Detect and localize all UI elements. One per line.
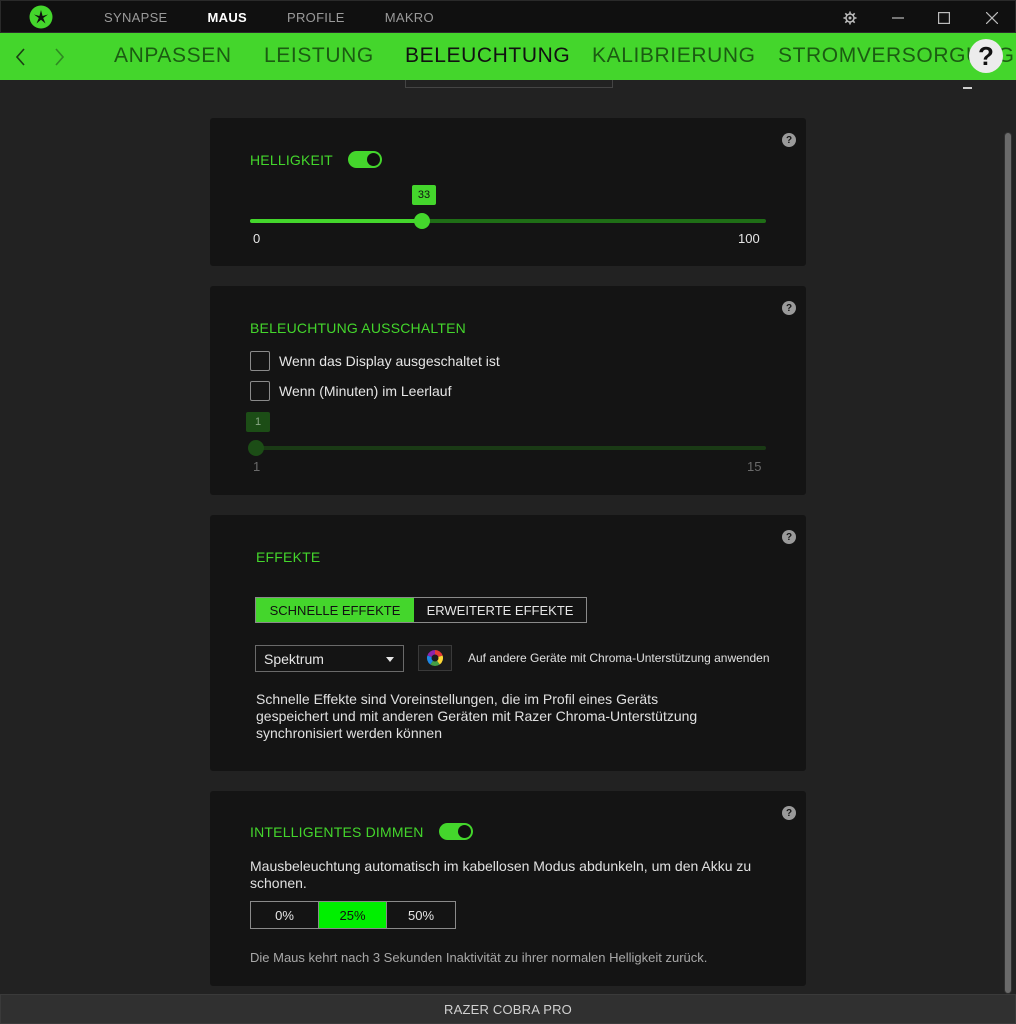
tab-beleuchtung[interactable]: BELEUCHTUNG xyxy=(405,44,570,68)
effect-select[interactable]: Spektrum xyxy=(255,645,404,672)
lights-off-card: ? BELEUCHTUNG AUSSCHALTEN Wenn das Displ… xyxy=(210,286,806,495)
brightness-help-icon[interactable]: ? xyxy=(782,133,796,147)
tab-anpassen[interactable]: ANPASSEN xyxy=(114,44,232,68)
chroma-apply-button[interactable] xyxy=(418,645,452,671)
tab-kalibrierung[interactable]: KALIBRIERUNG xyxy=(592,44,756,68)
lights-off-title: BELEUCHTUNG AUSSCHALTEN xyxy=(250,320,466,336)
smart-dimming-description-line2: schonen. xyxy=(250,875,307,891)
effects-description-line2: gespeichert und mit anderen Geräten mit … xyxy=(256,708,698,724)
device-footer: RAZER COBRA PRO xyxy=(0,994,1016,1024)
minimize-button[interactable] xyxy=(875,1,921,34)
brightness-max-label: 100 xyxy=(738,231,760,246)
brightness-card: ? HELLIGKEIT 33 0 100 xyxy=(210,118,806,266)
effect-select-value: Spektrum xyxy=(264,650,324,667)
back-button[interactable] xyxy=(9,33,33,80)
tab-advanced-effects[interactable]: ERWEITERTE EFFEKTE xyxy=(414,598,586,622)
effects-title: EFFEKTE xyxy=(256,549,321,565)
dimming-option-25[interactable]: 25% xyxy=(319,902,387,928)
forward-button[interactable] xyxy=(47,33,71,80)
device-name: RAZER COBRA PRO xyxy=(444,1001,572,1017)
brightness-value-bubble: 33 xyxy=(412,185,436,205)
brightness-min-label: 0 xyxy=(253,231,261,246)
idle-min-label: 1 xyxy=(253,459,261,474)
effects-help-icon[interactable]: ? xyxy=(782,530,796,544)
nav-makro[interactable]: MAKRO xyxy=(385,10,434,25)
toggle-knob xyxy=(458,825,471,838)
chevron-right-icon xyxy=(55,47,64,66)
idle-slider-track[interactable] xyxy=(250,446,766,450)
brightness-slider-thumb[interactable] xyxy=(414,213,430,229)
brightness-title: HELLIGKEIT xyxy=(250,152,333,168)
top-navigation: SYNAPSE MAUS PROFILE MAKRO xyxy=(104,1,474,34)
chroma-apply-label: Auf andere Geräte mit Chroma-Unterstützu… xyxy=(468,651,770,665)
idle-slider-thumb[interactable] xyxy=(248,440,264,456)
nav-maus[interactable]: MAUS xyxy=(208,10,247,25)
sub-navigation: ANPASSEN LEISTUNG BELEUCHTUNG KALIBRIERU… xyxy=(0,33,1016,80)
dimming-option-50[interactable]: 50% xyxy=(387,902,455,928)
smart-dimming-help-icon[interactable]: ? xyxy=(782,806,796,820)
nav-synapse[interactable]: SYNAPSE xyxy=(104,10,168,25)
gear-icon xyxy=(843,11,857,24)
toggle-knob xyxy=(367,153,380,166)
close-icon xyxy=(986,11,998,24)
brightness-slider-fill xyxy=(250,219,422,223)
idle-value-bubble: 1 xyxy=(246,412,270,432)
dimming-level-group: 0% 25% 50% xyxy=(250,901,456,929)
display-off-checkbox[interactable] xyxy=(250,351,270,371)
maximize-icon xyxy=(938,11,950,24)
smart-dimming-toggle[interactable] xyxy=(439,823,473,840)
title-bar: SYNAPSE MAUS PROFILE MAKRO xyxy=(0,0,1016,33)
chroma-wheel-icon xyxy=(426,650,444,667)
lights-off-help-icon[interactable]: ? xyxy=(782,301,796,315)
smart-dimming-note: Die Maus kehrt nach 3 Sekunden Inaktivit… xyxy=(250,950,708,965)
effects-tab-group: SCHNELLE EFFEKTE ERWEITERTE EFFEKTE xyxy=(255,597,587,623)
idle-max-label: 15 xyxy=(747,459,762,474)
nav-profile[interactable]: PROFILE xyxy=(287,10,345,25)
maximize-button[interactable] xyxy=(921,1,967,34)
effects-description-line1: Schnelle Effekte sind Voreinstellungen, … xyxy=(256,691,659,707)
effects-description-line3: synchronisiert werden können xyxy=(256,725,442,741)
minimize-icon xyxy=(892,16,904,19)
display-off-option[interactable]: Wenn das Display ausgeschaltet ist xyxy=(250,351,500,371)
brightness-toggle[interactable] xyxy=(348,151,382,168)
tab-quick-effects[interactable]: SCHNELLE EFFEKTE xyxy=(256,598,414,622)
idle-option[interactable]: Wenn (Minuten) im Leerlauf xyxy=(250,381,451,401)
razer-logo-icon xyxy=(29,5,53,29)
collapse-indicator[interactable] xyxy=(963,87,972,89)
chevron-left-icon xyxy=(16,47,25,66)
effects-card: ? EFFEKTE SCHNELLE EFFEKTE ERWEITERTE EF… xyxy=(210,515,806,771)
smart-dimming-card: ? INTELLIGENTES DIMMEN Mausbeleuchtung a… xyxy=(210,791,806,986)
close-button[interactable] xyxy=(969,1,1015,34)
tab-leistung[interactable]: LEISTUNG xyxy=(264,44,374,68)
idle-label: Wenn (Minuten) im Leerlauf xyxy=(279,383,452,399)
collapsed-dropdown-edge xyxy=(405,80,613,88)
caret-down-icon xyxy=(386,657,394,662)
help-button[interactable]: ? xyxy=(969,39,1003,73)
smart-dimming-title: INTELLIGENTES DIMMEN xyxy=(250,824,424,840)
smart-dimming-description-line1: Mausbeleuchtung automatisch im kabellose… xyxy=(250,858,752,874)
dimming-option-0[interactable]: 0% xyxy=(251,902,319,928)
display-off-label: Wenn das Display ausgeschaltet ist xyxy=(279,353,500,369)
scrollbar-thumb[interactable] xyxy=(1005,133,1011,993)
idle-checkbox[interactable] xyxy=(250,381,270,401)
settings-button[interactable] xyxy=(827,1,873,34)
